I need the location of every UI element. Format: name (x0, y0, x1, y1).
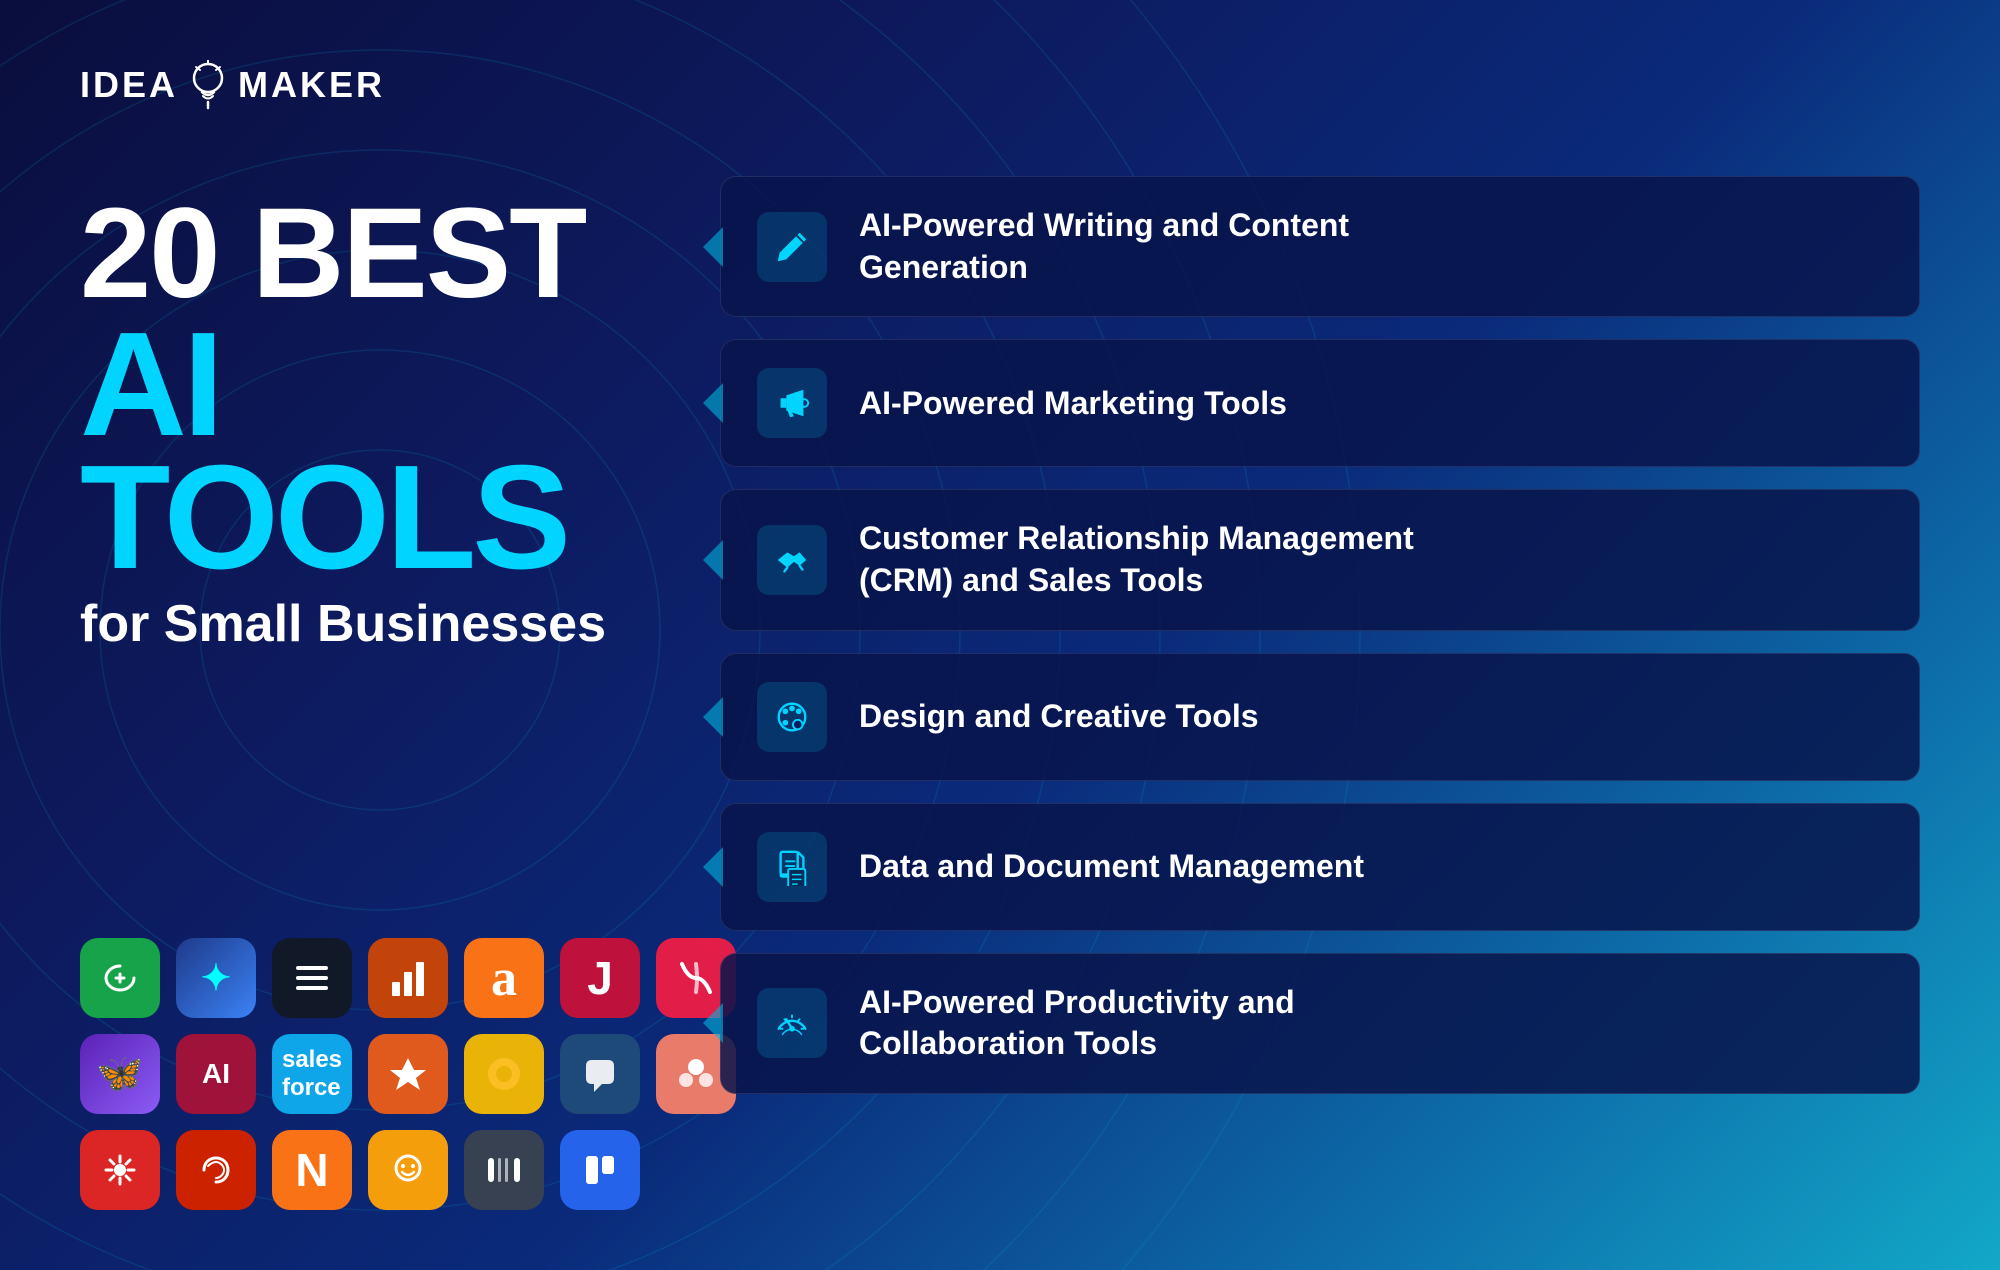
app-icon-grammarly (80, 938, 160, 1018)
data-label: Data and Document Management (859, 846, 1364, 888)
category-card-marketing: AI-Powered Marketing Tools (720, 339, 1920, 467)
app-icon-perplexity: ✦ (176, 938, 256, 1018)
logo-part2: MAKER (238, 64, 385, 106)
app-icon-ai: AI (176, 1034, 256, 1114)
app-icons-grid: ✦ a J 🦋 AI s (80, 938, 620, 1210)
app-icon-todoist (464, 1034, 544, 1114)
app-icon-amazon: a (464, 938, 544, 1018)
headline-20-best: 20 BEST (80, 190, 620, 318)
speedometer-icon (773, 1004, 811, 1042)
headline-sub: for Small Businesses (80, 594, 620, 654)
app-icon-opus (272, 938, 352, 1018)
category-card-crm: Customer Relationship Management(CRM) an… (720, 489, 1920, 630)
category-card-design: Design and Creative Tools (720, 653, 1920, 781)
page-wrapper: IDEA MAKER 20 BEST AI TOOL (0, 0, 2000, 1270)
pencil-icon (773, 228, 811, 266)
app-icon-speeko (560, 1034, 640, 1114)
design-label: Design and Creative Tools (859, 696, 1259, 738)
crm-label: Customer Relationship Management(CRM) an… (859, 518, 1414, 601)
logo-part1: IDEA (80, 64, 178, 106)
crm-icon-wrap (757, 525, 827, 595)
app-icon-trello (560, 1130, 640, 1210)
app-icon-kaiber: 🦋 (80, 1034, 160, 1114)
handshake-icon (773, 541, 811, 579)
data-icon-wrap (757, 832, 827, 902)
app-icon-red2 (176, 1130, 256, 1210)
megaphone-icon (773, 384, 811, 422)
palette-icon (773, 698, 811, 736)
category-card-data: Data and Document Management (720, 803, 1920, 931)
left-panel: IDEA MAKER 20 BEST AI TOOL (0, 0, 680, 1270)
marketing-label: AI-Powered Marketing Tools (859, 383, 1287, 425)
app-icon-jasper: J (560, 938, 640, 1018)
logo-bulb-icon (186, 60, 230, 110)
category-card-productivity: AI-Powered Productivity andCollaboration… (720, 953, 1920, 1094)
logo-area: IDEA MAKER (80, 60, 620, 110)
productivity-label: AI-Powered Productivity andCollaboration… (859, 982, 1295, 1065)
design-icon-wrap (757, 682, 827, 752)
marketing-icon-wrap (757, 368, 827, 438)
right-panel: AI-Powered Writing and ContentGeneration… (680, 0, 2000, 1270)
app-icon-claude (464, 1130, 544, 1210)
app-icon-red1 (80, 1130, 160, 1210)
category-card-writing: AI-Powered Writing and ContentGeneration (720, 176, 1920, 317)
headline-area: 20 BEST AI TOOLS for Small Businesses (80, 190, 620, 888)
writing-label: AI-Powered Writing and ContentGeneration (859, 205, 1349, 288)
productivity-icon-wrap (757, 988, 827, 1058)
app-icon-zapier (368, 1034, 448, 1114)
logo-text: IDEA MAKER (80, 60, 385, 110)
document-icon (773, 848, 811, 886)
headline-ai-tools: AI TOOLS (80, 318, 620, 584)
app-icon-salesforce: salesforce (272, 1034, 352, 1114)
writing-icon-wrap (757, 212, 827, 282)
app-icon-replika (368, 1130, 448, 1210)
app-icon-notion: N (272, 1130, 352, 1210)
app-icon-tome (368, 938, 448, 1018)
